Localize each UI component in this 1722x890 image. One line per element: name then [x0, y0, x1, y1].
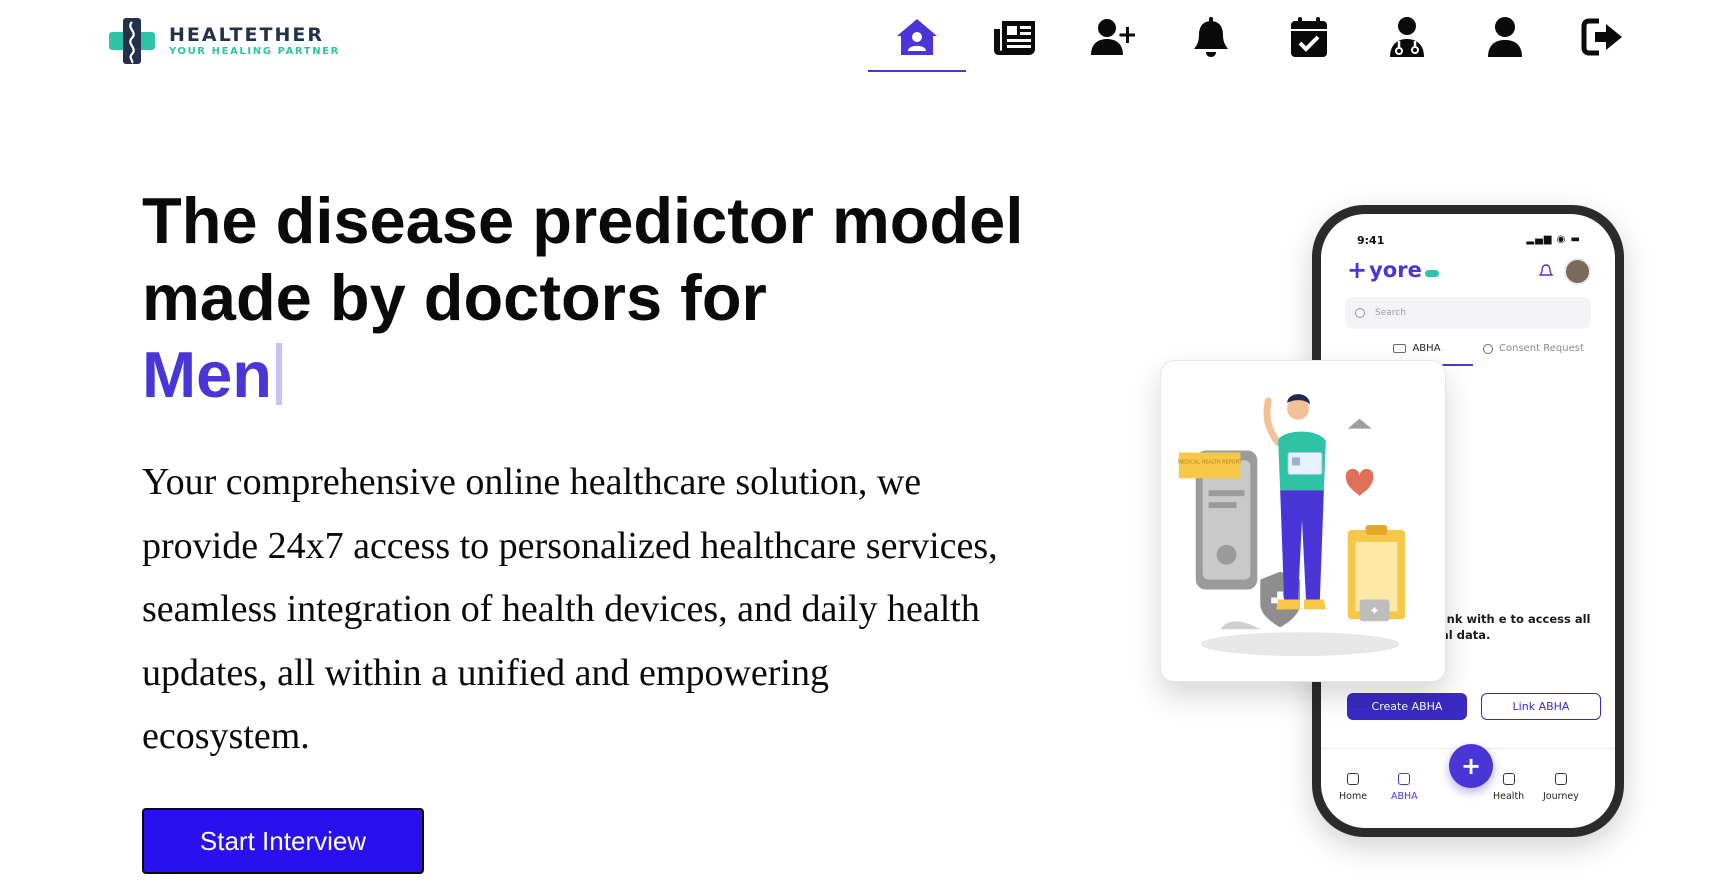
phone-nav-journey: Journey	[1543, 773, 1579, 802]
phone-nav-home: Home	[1339, 773, 1367, 802]
hero-headline: The disease predictor model made by doct…	[142, 182, 1042, 413]
hero-description: Your comprehensive online healthcare sol…	[142, 461, 998, 757]
nav-notifications[interactable]	[1162, 0, 1260, 74]
phone-journey-icon	[1554, 773, 1567, 785]
phone-tab-consent: Consent Request	[1483, 343, 1584, 354]
phone-nav-health-label: Health	[1493, 791, 1525, 802]
phone-fab-plus-icon: +	[1449, 744, 1493, 788]
brand-tagline: YOUR HEALING PARTNER	[169, 46, 340, 57]
nav-home[interactable]	[868, 0, 966, 74]
id-card-icon	[1393, 344, 1407, 353]
start-interview-button[interactable]: Start Interview	[142, 808, 424, 874]
headline-accent-word: Men	[142, 338, 272, 411]
user-icon	[1488, 17, 1522, 57]
headline-text: The disease predictor model made by doct…	[142, 184, 1024, 334]
newspaper-icon	[994, 21, 1035, 55]
medical-illustration-card: MEDICAL HEALTH REPORT	[1160, 360, 1446, 682]
phone-link-abha-button: Link ABHA	[1481, 693, 1601, 720]
phone-tab-abha-label: ABHA	[1412, 343, 1441, 354]
phone-nav-health: Health	[1493, 773, 1524, 802]
app-badge	[1424, 269, 1439, 277]
nav-news[interactable]	[966, 0, 1064, 74]
phone-nav-journey-label: Journey	[1543, 791, 1579, 802]
phone-nav-abha: ABHA	[1391, 773, 1418, 802]
phone-search-bar: Search	[1345, 297, 1591, 329]
phone-home-icon	[1347, 773, 1360, 785]
phone-tab-consent-label: Consent Request	[1499, 343, 1584, 354]
medical-cross-logo-icon	[107, 16, 157, 66]
phone-status-icons: ▂▄▆ ◉ ▬	[1526, 234, 1581, 245]
typing-cursor	[276, 343, 282, 405]
bell-icon	[1194, 17, 1228, 57]
top-navigation	[868, 0, 1652, 74]
phone-nav-home-label: Home	[1339, 791, 1368, 802]
phone-app-logo: + yore	[1347, 256, 1439, 284]
doctor-icon	[1390, 17, 1424, 57]
user-plus-icon	[1091, 19, 1135, 55]
phone-search-placeholder: Search	[1375, 308, 1406, 318]
phone-bottom-bar: Home ABHA + Health Journey	[1321, 744, 1615, 828]
phone-app-name: yore	[1369, 258, 1422, 282]
phone-create-abha-button: Create ABHA	[1347, 693, 1467, 720]
phone-avatar	[1564, 258, 1591, 285]
illustration-report-label: MEDICAL HEALTH REPORT	[1178, 459, 1243, 465]
nav-logout[interactable]	[1554, 0, 1652, 74]
phone-bell-icon	[1539, 264, 1553, 276]
calendar-check-icon	[1291, 17, 1327, 57]
sign-out-icon	[1581, 18, 1622, 56]
nav-profile[interactable]	[1456, 0, 1554, 74]
phone-abha-icon	[1398, 773, 1411, 785]
nav-appointments[interactable]	[1260, 0, 1358, 74]
phone-nav-abha-label: ABHA	[1391, 791, 1418, 802]
home-icon	[897, 19, 937, 55]
brand-logo[interactable]: HEALTETHER YOUR HEALING PARTNER	[107, 16, 340, 66]
doctor-illustration: MEDICAL HEALTH REPORT	[1178, 394, 1406, 657]
plus-icon: +	[1347, 256, 1368, 284]
nav-doctors[interactable]	[1358, 0, 1456, 74]
brand-name: HEALTETHER	[169, 24, 324, 46]
phone-health-icon	[1502, 773, 1515, 785]
phone-status-time: 9:41	[1357, 234, 1385, 247]
shield-check-icon	[1483, 343, 1493, 354]
nav-add-user[interactable]	[1064, 0, 1162, 74]
phone-search-icon	[1355, 308, 1365, 318]
